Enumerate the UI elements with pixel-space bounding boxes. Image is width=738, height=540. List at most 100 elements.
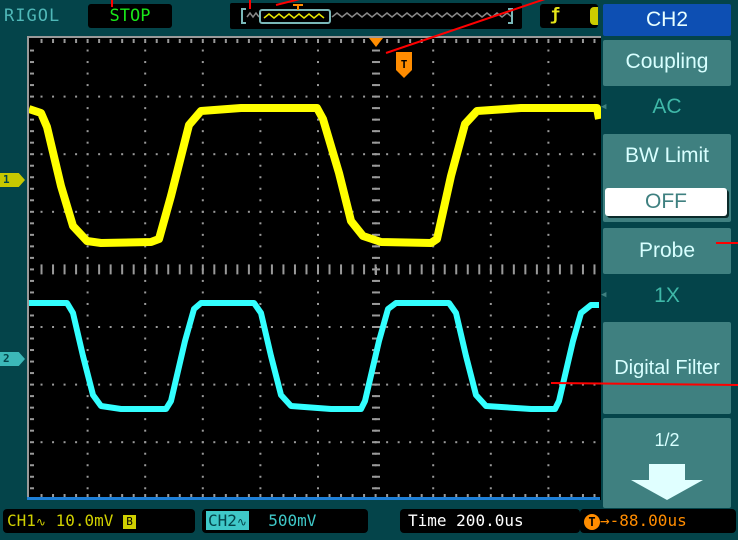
grid-dot <box>432 72 435 75</box>
ch1-bw-limit-badge: B <box>123 514 137 529</box>
grid-edge-tick <box>570 39 573 43</box>
grid-dot <box>201 487 204 490</box>
grid-dot <box>547 187 550 190</box>
grid-dot <box>144 84 147 87</box>
grid-dot <box>132 153 135 156</box>
grid-dot <box>317 279 319 282</box>
grid-edge-tick <box>30 452 34 455</box>
run-status-badge: STOP <box>88 4 172 28</box>
grid-dot <box>144 360 147 363</box>
grid-dot <box>86 130 89 133</box>
grid-edge-tick <box>30 464 34 467</box>
grid-dot <box>86 452 89 455</box>
grid-dot <box>98 383 101 386</box>
grid-dot <box>201 153 204 156</box>
menu-next-page-button[interactable]: 1/2 <box>603 418 731 508</box>
grid-dot <box>201 222 204 225</box>
grid-edge-tick <box>489 39 492 43</box>
grid-dot <box>478 326 481 328</box>
grid-dot <box>132 441 135 444</box>
grid-dot <box>213 95 216 98</box>
menu-button-probe[interactable]: Probe <box>603 228 731 274</box>
grid-dot <box>397 95 400 98</box>
grid-dot <box>293 326 296 328</box>
ch2-offset-marker[interactable]: 2 <box>0 352 25 366</box>
grid-center-tick <box>432 264 435 275</box>
trigger-offset-status[interactable]: T →-88.00us <box>580 509 736 533</box>
grid-dot <box>201 349 204 352</box>
grid-edge-tick <box>30 291 34 294</box>
grid-dot <box>317 383 319 386</box>
grid-dot <box>340 326 343 328</box>
grid-center-dash <box>372 187 380 190</box>
grid-edge-tick <box>30 268 34 271</box>
grid-dot <box>190 383 193 386</box>
grid-dot <box>317 141 319 144</box>
grid-dot <box>282 383 285 386</box>
grid-dot <box>432 153 435 156</box>
ch1-status[interactable]: CH1∿ 10.0mV B <box>3 509 195 533</box>
grid-dot <box>489 279 492 282</box>
ch1-coupling-icon: ∿ <box>35 515 46 529</box>
menu-button-coupling[interactable]: Coupling <box>603 40 731 86</box>
grid-dot <box>363 210 366 213</box>
grid-dot <box>282 326 285 328</box>
grid-edge-tick <box>109 39 112 43</box>
grid-dot <box>317 487 319 490</box>
grid-dot <box>201 199 204 202</box>
grid-edge-tick <box>30 187 34 190</box>
ch2-scale: 500mV <box>268 511 317 530</box>
grid-dot <box>86 72 89 75</box>
grid-dot <box>86 406 89 409</box>
grid-dot <box>489 233 492 236</box>
grid-edge-tick <box>30 314 34 317</box>
grid-edge-tick <box>30 337 34 340</box>
grid-dot <box>489 487 492 490</box>
timebase-status[interactable]: Time 200.0us <box>400 509 580 533</box>
grid-dot <box>224 95 227 98</box>
ch2-status[interactable]: CH2∿ 500mV <box>202 509 368 533</box>
grid-center-dash <box>372 452 380 455</box>
grid-dot <box>501 326 504 328</box>
grid-dot <box>40 210 43 213</box>
grid-dot <box>155 383 158 386</box>
grid-dot <box>155 210 158 213</box>
grid-dot <box>558 441 561 444</box>
grid-edge-tick <box>593 39 596 43</box>
grid-dot <box>86 153 89 156</box>
grid-dot <box>489 199 492 202</box>
grid-dot <box>432 418 435 421</box>
grid-dot <box>420 95 423 98</box>
grid-dot <box>547 176 550 179</box>
grid-center-tick <box>581 264 584 275</box>
grid-dot <box>86 107 89 110</box>
grid-center-tick <box>397 264 400 275</box>
grid-edge-tick <box>30 383 34 386</box>
grid-dot <box>201 383 204 386</box>
grid-center-dash <box>372 279 380 282</box>
grid-dot <box>547 337 550 340</box>
grid-dot <box>224 153 227 156</box>
grid-dot <box>317 210 319 213</box>
grid-dot <box>201 141 204 144</box>
grid-dot <box>236 95 239 98</box>
grid-center-tick <box>247 264 250 275</box>
grid-dot <box>259 245 262 248</box>
grid-dot <box>224 210 227 213</box>
grid-dot <box>144 326 147 328</box>
grid-dot <box>432 199 435 202</box>
grid-dot <box>547 441 550 444</box>
grid-dot <box>581 95 584 98</box>
grid-dot <box>317 372 319 375</box>
grid-dot <box>75 383 78 386</box>
grid-dot <box>98 441 101 444</box>
ch1-offset-marker[interactable]: 1 <box>0 173 25 187</box>
grid-center-tick <box>558 264 561 275</box>
grid-dot <box>155 326 158 328</box>
menu-button-digital-filter[interactable]: Digital Filter <box>603 322 731 414</box>
grid-center-dash <box>372 245 380 248</box>
grid-dot <box>247 326 250 328</box>
grid-dot <box>201 256 204 259</box>
grid-dot <box>190 153 193 156</box>
grid-edge-tick <box>30 84 34 87</box>
